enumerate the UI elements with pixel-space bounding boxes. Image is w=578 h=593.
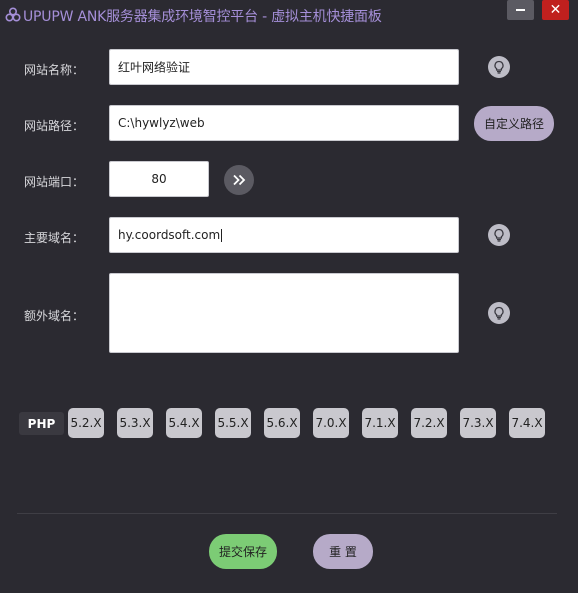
php-version-button[interactable]: 5.3.X bbox=[117, 408, 153, 438]
divider bbox=[17, 513, 557, 514]
php-version-button[interactable]: 7.0.X bbox=[313, 408, 349, 438]
reset-button[interactable]: 重 置 bbox=[313, 534, 373, 569]
php-version-button[interactable]: 7.4.X bbox=[509, 408, 545, 438]
app-logo-icon bbox=[5, 7, 21, 22]
php-version-button[interactable]: 5.2.X bbox=[68, 408, 104, 438]
text-cursor bbox=[221, 229, 223, 242]
php-version-button[interactable]: 7.3.X bbox=[460, 408, 496, 438]
minimize-button[interactable] bbox=[507, 0, 534, 20]
main-domain-hint-button[interactable] bbox=[488, 224, 510, 246]
site-path-label: 网站路径： bbox=[24, 119, 85, 133]
site-name-input[interactable]: 红叶网络验证 bbox=[109, 49, 459, 85]
site-name-label: 网站名称： bbox=[24, 63, 85, 77]
site-name-hint-button[interactable] bbox=[488, 56, 510, 78]
php-version-button[interactable]: 7.2.X bbox=[411, 408, 447, 438]
custom-path-button[interactable]: 自定义路径 bbox=[474, 106, 554, 141]
title-bar: UPUPW ANK服务器集成环境智控平台 - 虚拟主机快捷面板 ✕ bbox=[0, 0, 578, 30]
site-name-value: 红叶网络验证 bbox=[118, 60, 191, 75]
close-icon: ✕ bbox=[549, 2, 562, 18]
lightbulb-icon bbox=[494, 228, 504, 242]
php-version-button[interactable]: 5.5.X bbox=[215, 408, 251, 438]
minimize-icon bbox=[516, 9, 525, 11]
php-version-button[interactable]: 5.4.X bbox=[166, 408, 202, 438]
site-port-label: 网站端口： bbox=[24, 175, 85, 189]
close-button[interactable]: ✕ bbox=[542, 0, 569, 20]
extra-domain-hint-button[interactable] bbox=[488, 302, 510, 324]
main-domain-label: 主要域名： bbox=[24, 231, 85, 245]
main-domain-text: hy.coordsoft.com bbox=[118, 228, 223, 242]
extra-domain-label: 额外域名： bbox=[24, 309, 85, 323]
main-domain-input[interactable]: hy.coordsoft.com bbox=[109, 217, 459, 253]
site-path-input[interactable]: C:\hywlyz\web bbox=[109, 105, 459, 141]
site-port-value: 80 bbox=[151, 172, 167, 186]
submit-save-button[interactable]: 提交保存 bbox=[209, 534, 277, 569]
lightbulb-icon bbox=[494, 60, 504, 74]
port-next-button[interactable] bbox=[224, 165, 254, 195]
site-path-value: C:\hywlyz\web bbox=[118, 116, 205, 130]
php-version-button[interactable]: 5.6.X bbox=[264, 408, 300, 438]
main-domain-value: hy.coordsoft.com bbox=[118, 228, 221, 242]
php-version-button[interactable]: 7.1.X bbox=[362, 408, 398, 438]
lightbulb-icon bbox=[494, 306, 504, 320]
double-chevron-right-icon bbox=[233, 174, 246, 186]
window-title: UPUPW ANK服务器集成环境智控平台 - 虚拟主机快捷面板 bbox=[23, 9, 382, 25]
site-port-input[interactable]: 80 bbox=[109, 161, 209, 197]
extra-domain-textarea[interactable] bbox=[109, 273, 459, 353]
php-label: PHP bbox=[19, 412, 64, 435]
